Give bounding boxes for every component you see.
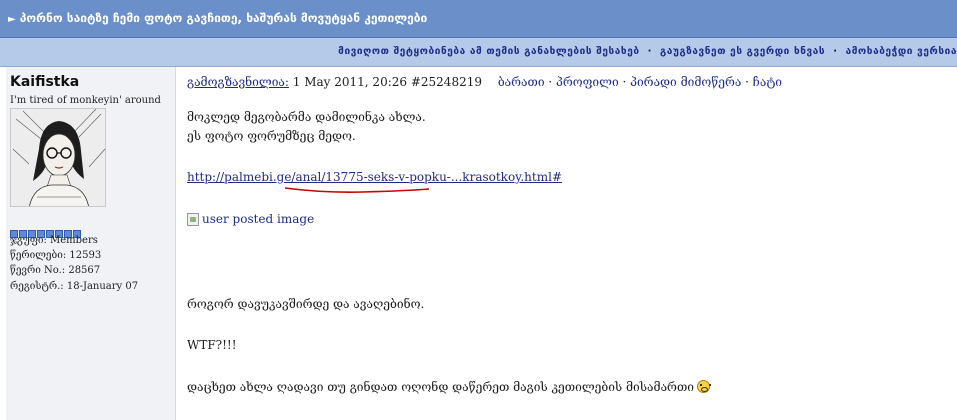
- topic-title-bar: ► პორნო საიტზე ჩემი ფოტო გავჩითე, ხაშურას…: [0, 0, 957, 38]
- post-datetime: 1 May 2011, 20:26: [292, 75, 408, 89]
- post-text-line: როგორ დავუკავშირდე და ავაღებინო.: [187, 297, 425, 311]
- post-text-line: დაცხეთ ახლა ღადავი თუ გინდათ ოღონდ დაწერ…: [187, 380, 711, 394]
- post-text-line: WTF?!!!: [187, 338, 237, 352]
- red-underline-annotation: [284, 187, 430, 193]
- post-url-line: http://palmebi.ge/anal/13775-seks-v-popk…: [187, 170, 562, 184]
- author-title: I'm tired of monkeyin' around: [10, 95, 161, 106]
- arrow-right-icon: ►: [8, 14, 16, 25]
- card-link[interactable]: ბარათი: [498, 75, 545, 89]
- broken-image-icon: [187, 212, 199, 226]
- author-registered: რეგისტრ.: 18-January 07: [10, 281, 139, 292]
- email-topic-link[interactable]: გაუგზავნეთ ეს გვერდი ხნვას: [660, 46, 825, 57]
- author-name[interactable]: Kaifistka: [10, 74, 79, 90]
- author-panel: Kaifistka I'm tired of monkeyin' around …: [6, 67, 176, 420]
- post-action-links: ბარათი · პროფილი · პირადი მიმოწერა · ჩატ…: [497, 75, 783, 89]
- post-text-line: მოკლედ მეგობარმა დამილინკა ახლა.: [187, 110, 426, 124]
- topic-options: მივიღოთ შეტყობინება ამ თემის განახლების …: [338, 46, 957, 57]
- chat-link[interactable]: ჩატი: [753, 75, 782, 89]
- private-message-link[interactable]: პირადი მიმოწერა: [630, 75, 741, 89]
- author-group: ჯგუფი: Members: [10, 235, 98, 246]
- smiley-icon: [697, 380, 711, 393]
- topic-options-bar: მივიღოთ შეტყობინება ამ თემის განახლების …: [0, 38, 957, 67]
- posted-image-alt: user posted image: [202, 212, 315, 226]
- separator: ·: [833, 46, 838, 57]
- posted-image[interactable]: user posted image: [187, 212, 314, 226]
- post-url-link[interactable]: http://palmebi.ge/anal/13775-seks-v-popk…: [187, 170, 562, 184]
- girl-with-glasses-sketch-icon: [11, 109, 105, 206]
- post-id[interactable]: #25248219: [411, 75, 482, 89]
- profile-link[interactable]: პროფილი: [556, 75, 619, 89]
- topic-title: ► პორნო საიტზე ჩემი ფოტო გავჩითე, ხაშურას…: [8, 11, 428, 25]
- print-version-link[interactable]: ამოხაბეჭდი ვერსია: [846, 46, 957, 57]
- sent-label-link[interactable]: გამოგზავნილია:: [187, 75, 289, 89]
- author-post-count: წერილები: 12593: [10, 250, 102, 261]
- post-header: გამოგზავნილია: 1 May 2011, 20:26 #252482…: [187, 75, 782, 89]
- track-topic-link[interactable]: მივიღოთ შეტყობინება ამ თემის განახლების …: [338, 46, 639, 57]
- post-body: გამოგზავნილია: 1 May 2011, 20:26 #252482…: [176, 67, 957, 420]
- avatar: [10, 108, 106, 207]
- separator: ·: [647, 46, 652, 57]
- post-text-line: ეს ფოტო ფორუმზეც მედო.: [187, 129, 356, 143]
- author-member-number: წევრი No.: 28567: [10, 265, 101, 276]
